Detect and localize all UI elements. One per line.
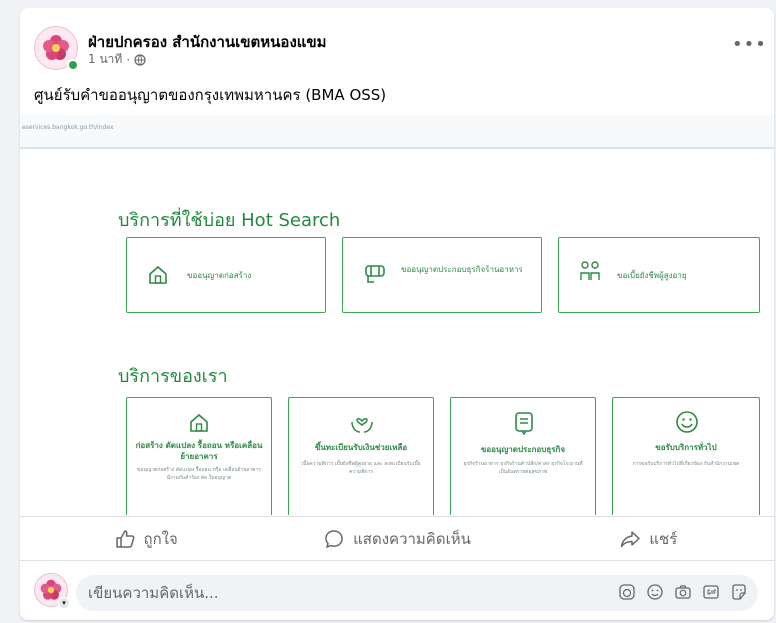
online-status-dot <box>67 59 79 71</box>
hot-search-label: ขอเบี้ยยังชีพผู้สูงอายุ <box>617 271 687 280</box>
globe-icon <box>134 53 146 66</box>
flower-logo-icon <box>43 35 69 60</box>
hot-search-title: บริการที่ใช้บ่อย Hot Search <box>118 210 341 231</box>
comment-button[interactable]: แสดงความคิดเห็น <box>271 517 522 560</box>
hands-heart-icon <box>351 418 373 433</box>
preview-url-bar: eservices.bangkok.go.th/index <box>20 115 774 149</box>
more-options-icon[interactable]: ••• <box>732 34 766 58</box>
hot-search-item: ขออนุญาตประกอบธุรกิจร้านอาหาร <box>342 237 542 313</box>
post-actions: ถูกใจ แสดงความคิดเห็น แชร์ <box>20 516 774 560</box>
link-preview-image[interactable]: eservices.bangkok.go.th/index บริการที่ใ… <box>20 115 774 515</box>
hot-search-item: ขอเบี้ยยังชีพผู้สูงอายุ <box>558 237 760 313</box>
share-button[interactable]: แชร์ <box>523 517 774 560</box>
house-icon <box>149 265 167 284</box>
comment-composer: ▾ <box>20 560 774 620</box>
services-title: บริการของเรา <box>118 366 228 387</box>
service-card: ขึ้นทะเบียนรับเงินช่วยเหลือ เบี้ยความพิก… <box>288 397 434 515</box>
thumbs-up-icon <box>115 529 134 548</box>
comment-label: แสดงความคิดเห็น <box>353 529 471 548</box>
service-title: ขอรับบริการทั่วไป <box>655 443 717 452</box>
service-desc: การขอรับบริการทั่วไปที่เกี่ยวข้อง กับสำน… <box>632 461 740 467</box>
gif-icon[interactable] <box>702 583 720 601</box>
chevron-down-icon[interactable]: ▾ <box>58 597 70 609</box>
comment-tools <box>618 583 748 601</box>
post-header: ฝ่ายปกครอง สำนักงานเขตหนองแขม 1 นาที · •… <box>34 26 766 76</box>
emoji-icon[interactable] <box>646 583 664 601</box>
preview-url: eservices.bangkok.go.th/index <box>22 124 114 131</box>
sticker-icon[interactable] <box>730 583 748 601</box>
camera-icon[interactable] <box>674 583 692 601</box>
document-icon <box>515 412 533 436</box>
comment-bubble-icon <box>325 529 343 548</box>
avatar-sticker-icon[interactable] <box>618 583 636 601</box>
service-card: ขอรับบริการทั่วไป การขอรับบริการทั่วไปที… <box>612 397 760 515</box>
like-label: ถูกใจ <box>143 529 178 548</box>
hot-search-label: ขออนุญาตก่อสร้าง <box>187 271 252 280</box>
service-desc: เบี้ยความพิการ เบี้ยยังชีพผู้สูงอายุ และ… <box>301 461 421 475</box>
service-title: ก่อสร้าง ดัดแปลง รื้อถอน หรือเคลื่อนย้าย… <box>135 441 263 461</box>
service-title: ขออนุญาตประกอบธุรกิจ <box>480 445 566 454</box>
hot-search-item: ขออนุญาตก่อสร้าง <box>126 237 326 313</box>
like-button[interactable]: ถูกใจ <box>20 517 271 560</box>
post-text: ศูนย์รับคำขออนุญาตของกรุงเทพมหานคร (BMA … <box>34 86 387 104</box>
restaurant-icon <box>365 265 385 283</box>
service-desc: ธุรกิจร้านอาหาร ธุรกิจร้านค้าปลีก/ค่าส่ง… <box>463 461 583 475</box>
house-icon <box>190 413 208 432</box>
post-card: ฝ่ายปกครอง สำนักงานเขตหนองแขม 1 นาที · •… <box>20 8 774 620</box>
service-desc: ขอนุญาตก่อสร้าง ดัดแปลง รื้อถอน หรือ เคล… <box>137 467 261 481</box>
post-meta: 1 นาที · <box>88 50 146 69</box>
post-time[interactable]: 1 นาที <box>88 50 122 69</box>
elderly-icon <box>580 261 600 280</box>
share-arrow-icon <box>621 530 641 547</box>
service-card: ก่อสร้าง ดัดแปลง รื้อถอน หรือเคลื่อนย้าย… <box>126 397 272 515</box>
service-card: ขออนุญาตประกอบธุรกิจ ธุรกิจร้านอาหาร ธุร… <box>450 397 596 515</box>
hot-search-label: ขออนุญาตประกอบธุรกิจร้านอาหาร <box>401 265 523 274</box>
meta-separator: · <box>126 52 131 67</box>
smile-icon <box>676 411 698 433</box>
service-title: ขึ้นทะเบียนรับเงินช่วยเหลือ <box>314 443 408 452</box>
share-label: แชร์ <box>649 529 678 548</box>
